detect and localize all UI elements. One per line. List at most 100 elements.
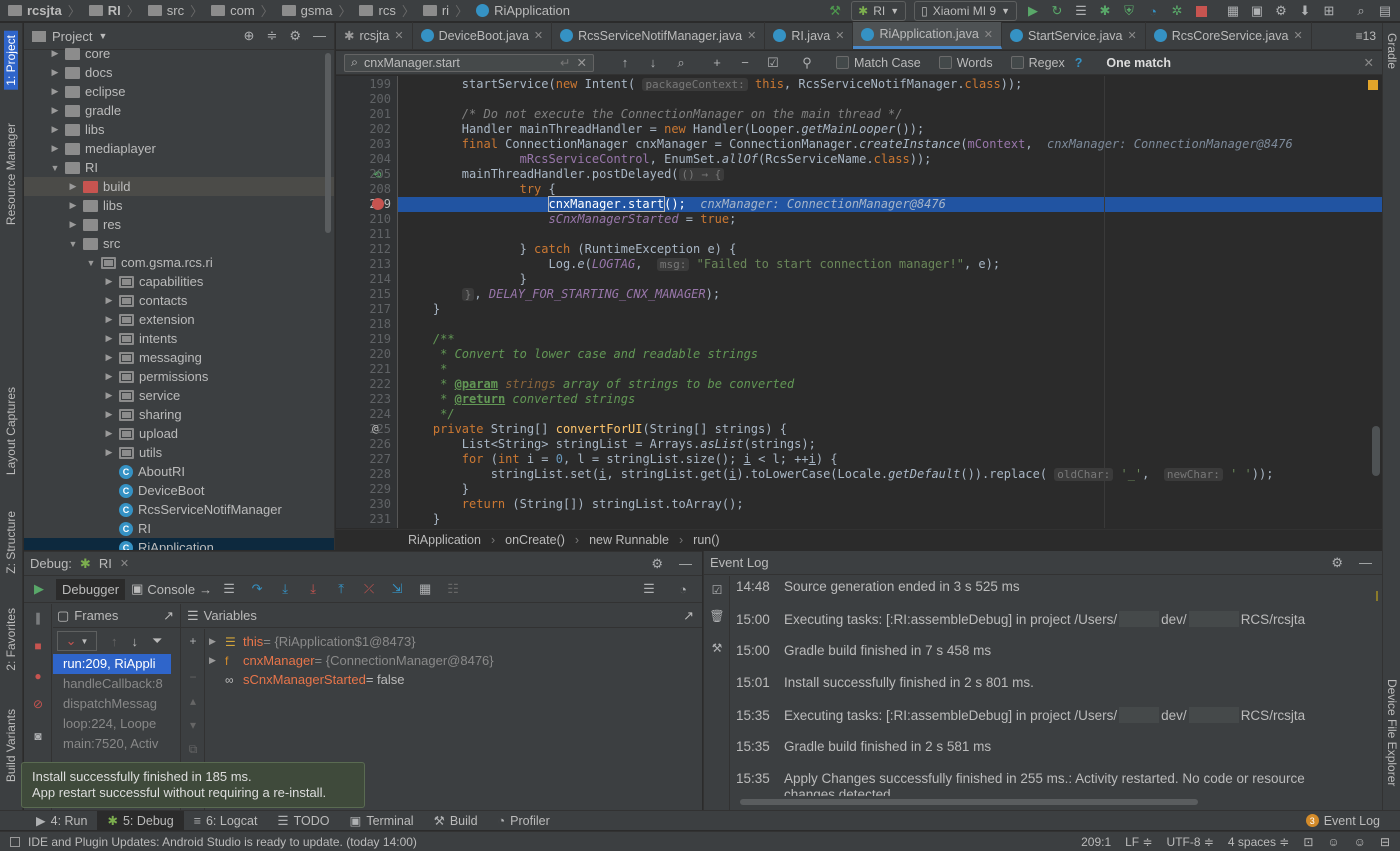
notification-balloon[interactable]: Install successfully finished in 185 ms.… xyxy=(21,762,365,808)
search-everywhere-icon[interactable]: ⌕ xyxy=(1350,0,1372,22)
collapsed-arrow-icon[interactable]: ▶ xyxy=(102,390,116,401)
gear-icon[interactable]: ⚙ xyxy=(651,556,663,572)
project-structure-icon[interactable]: ▦ xyxy=(1222,0,1244,22)
editor-breadcrumb-item[interactable]: onCreate() xyxy=(505,533,565,547)
tool-tab-layout-captures[interactable]: Layout Captures xyxy=(4,387,18,475)
run-icon[interactable]: ▶ xyxy=(1022,0,1044,22)
arrow-up-icon[interactable]: ↑ xyxy=(111,634,118,649)
drop-frame-icon[interactable]: ⤫ xyxy=(358,578,380,600)
warning-indicator-icon[interactable] xyxy=(1368,80,1378,90)
thread-select[interactable]: ⌄ ▼ xyxy=(57,631,97,651)
trace-icon[interactable]: ☷ xyxy=(442,578,464,600)
move-up-icon[interactable]: ▴ xyxy=(185,693,201,709)
editor-tab[interactable]: RiApplication.java ✕ xyxy=(853,22,1003,49)
tree-item[interactable]: C AboutRI xyxy=(24,462,334,481)
locate-file-icon[interactable]: ⊕ xyxy=(244,28,255,44)
stop-icon[interactable]: ■ xyxy=(30,638,46,654)
indent-setting[interactable]: 4 spaces ≑ xyxy=(1228,835,1289,849)
tab-console[interactable]: ▣ Console → xyxy=(131,581,212,597)
breadcrumb-item[interactable]: RI 〉 xyxy=(85,0,144,22)
pause-icon[interactable]: ∥ xyxy=(30,610,46,626)
event-log-h-scrollbar[interactable] xyxy=(740,799,1198,805)
memory-face-icon[interactable]: ☺ xyxy=(1354,835,1366,849)
stack-frame[interactable]: handleCallback:8 xyxy=(53,674,171,694)
tree-item[interactable]: ▶ permissions xyxy=(24,367,334,386)
tree-item[interactable]: ▶ libs xyxy=(24,120,334,139)
tab-debugger[interactable]: Debugger xyxy=(56,578,126,600)
tree-item[interactable]: ▼ src xyxy=(24,234,334,253)
collapsed-arrow-icon[interactable]: ▶ xyxy=(48,48,62,59)
hide-panel-icon[interactable]: — xyxy=(679,556,692,572)
stack-frame[interactable]: dispatchMessag xyxy=(53,694,171,714)
tool-tab-build-variants[interactable]: Build Variants xyxy=(4,709,18,782)
force-step-into-icon[interactable]: ⤓ xyxy=(302,578,324,600)
collapsed-arrow-icon[interactable]: ▶ xyxy=(48,143,62,154)
editor-tab[interactable]: RcsServiceNotifManager.java ✕ xyxy=(552,22,766,49)
add-selection-icon[interactable]: + xyxy=(706,52,728,74)
tree-item[interactable]: ▶ utils xyxy=(24,443,334,462)
tree-item[interactable]: ▼ com.gsma.rcs.ri xyxy=(24,253,334,272)
tree-item[interactable]: ▶ gradle xyxy=(24,101,334,120)
words-checkbox[interactable]: Words xyxy=(938,55,993,70)
breadcrumb-item[interactable]: RiApplication xyxy=(472,0,574,22)
filter-icon[interactable]: ⏷ xyxy=(152,633,162,649)
tree-item[interactable]: ▶ res xyxy=(24,215,334,234)
tree-item[interactable]: ▶ contacts xyxy=(24,291,334,310)
variable-row[interactable]: ∞ sCnxManagerStarted = false xyxy=(209,670,494,689)
coverage-icon[interactable]: ⛨ xyxy=(1118,0,1140,22)
project-view-select[interactable]: Project xyxy=(52,29,92,44)
remove-selection-icon[interactable]: − xyxy=(734,52,756,74)
collapsed-arrow-icon[interactable]: ▶ xyxy=(209,636,219,647)
collapsed-arrow-icon[interactable]: ▶ xyxy=(102,314,116,325)
apply-changes-restart-icon[interactable]: ↻ xyxy=(1046,0,1068,22)
camera-icon[interactable]: ◙ xyxy=(30,728,46,744)
editor-breadcrumb-item[interactable]: new Runnable xyxy=(589,533,669,547)
attach-debugger-icon[interactable]: ✲ xyxy=(1166,0,1188,22)
bottom-tab[interactable]: ⚒ Build xyxy=(424,811,488,831)
gear-icon[interactable]: ⚙ xyxy=(289,28,301,44)
newline-icon[interactable]: ↵ xyxy=(560,55,570,70)
memory-icon[interactable]: ◔ xyxy=(672,578,694,600)
line-separator[interactable]: LF ≑ xyxy=(1125,835,1152,849)
bottom-tab[interactable]: ☰ TODO xyxy=(267,811,339,831)
tree-item[interactable]: ▶ messaging xyxy=(24,348,334,367)
stop-icon[interactable] xyxy=(1190,0,1212,22)
resume-icon[interactable]: ▶ xyxy=(28,578,50,600)
close-icon[interactable]: ✕ xyxy=(984,28,993,41)
close-find-icon[interactable]: ✕ xyxy=(1364,55,1374,70)
breakpoint-icon[interactable] xyxy=(372,198,384,210)
annotation-marker-icon[interactable]: @ xyxy=(372,422,379,435)
sync-gradle-icon[interactable]: ▣ xyxy=(1246,0,1268,22)
mark-all-read-icon[interactable]: ☑ xyxy=(709,582,725,598)
collapsed-arrow-icon[interactable]: ▶ xyxy=(102,333,116,344)
select-all-occurrences-icon[interactable]: ☑ xyxy=(762,52,784,74)
editor-tab[interactable]: ✱ rcsjta ✕ xyxy=(336,22,413,49)
sdk-manager-icon[interactable]: ⬇ xyxy=(1294,0,1316,22)
avd-manager-icon[interactable]: ⚙ xyxy=(1270,0,1292,22)
close-icon[interactable]: ✕ xyxy=(534,29,543,42)
hide-panel-icon[interactable]: — xyxy=(1359,555,1372,571)
collapsed-arrow-icon[interactable]: ▶ xyxy=(66,200,80,211)
tab-overflow-button[interactable]: ≡13 xyxy=(1350,22,1382,49)
tree-item[interactable]: ▶ sharing xyxy=(24,405,334,424)
collapsed-arrow-icon[interactable]: ▶ xyxy=(102,447,116,458)
regex-checkbox[interactable]: Regex xyxy=(1010,55,1065,70)
tree-item[interactable]: ▶ eclipse xyxy=(24,82,334,101)
close-icon[interactable]: ✕ xyxy=(120,557,129,570)
tool-tab-structure[interactable]: Z: Structure xyxy=(4,511,18,574)
breadcrumb-item[interactable]: rcs 〉 xyxy=(355,0,418,22)
editor-breadcrumb-item[interactable]: run() xyxy=(693,533,719,547)
tree-item[interactable]: C RI xyxy=(24,519,334,538)
find-all-icon[interactable]: ⌕ xyxy=(670,52,692,74)
clear-search-icon[interactable]: ✕ xyxy=(577,55,587,70)
tree-item[interactable]: ▶ build xyxy=(24,177,334,196)
close-icon[interactable]: ✕ xyxy=(835,29,844,42)
lock-icon[interactable]: ⊡ xyxy=(1303,835,1313,849)
regex-help-link[interactable]: ? xyxy=(1075,56,1083,70)
close-icon[interactable]: ✕ xyxy=(1293,29,1302,42)
editor-breadcrumb-item[interactable]: RiApplication xyxy=(408,533,481,547)
wrench-icon[interactable]: ⚒ xyxy=(709,640,725,656)
step-over-icon[interactable]: ↷ xyxy=(246,578,268,600)
tool-tab-favorites[interactable]: 2: Favorites xyxy=(4,608,18,671)
expanded-arrow-icon[interactable]: ▼ xyxy=(48,163,62,173)
